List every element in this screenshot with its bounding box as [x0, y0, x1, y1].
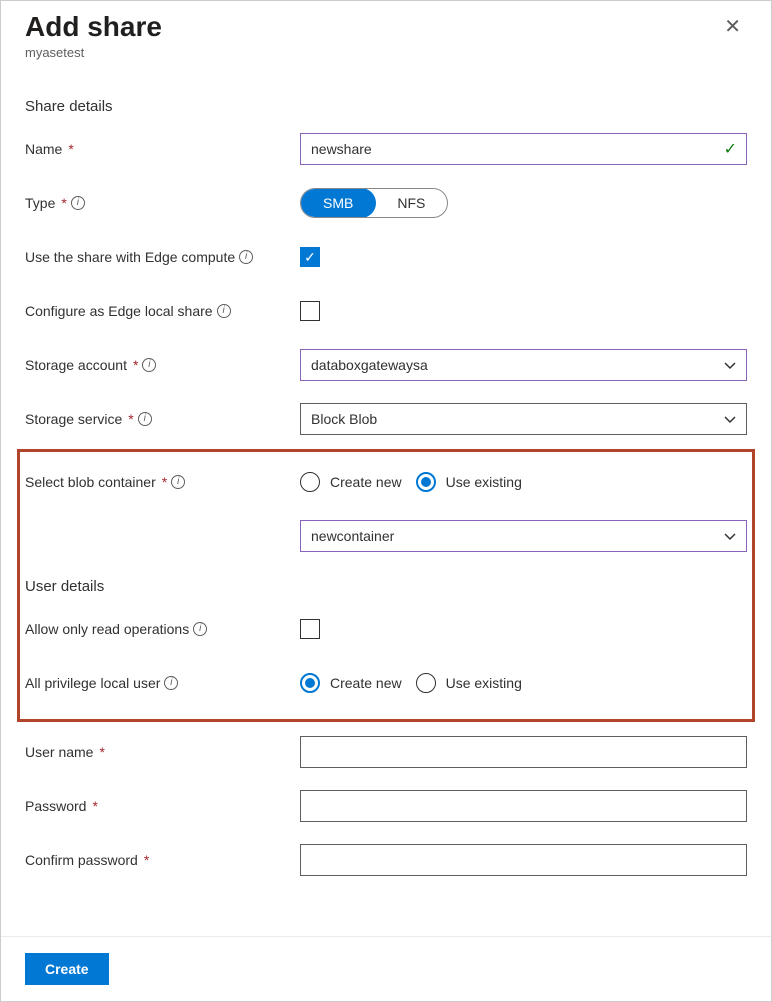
type-option-nfs[interactable]: NFS — [375, 189, 447, 217]
storage-account-select[interactable]: databoxgatewaysa — [300, 349, 747, 381]
info-icon[interactable]: i — [138, 412, 152, 426]
storage-service-label: Storage service — [25, 411, 122, 427]
password-label: Password — [25, 798, 86, 814]
user-create-new-label: Create new — [330, 675, 402, 691]
chevron-down-icon — [724, 359, 736, 371]
local-user-label: All privilege local user — [25, 675, 160, 691]
type-option-smb[interactable]: SMB — [300, 188, 376, 218]
valid-check-icon: ✓ — [724, 139, 737, 159]
name-input[interactable] — [300, 133, 747, 165]
confirm-password-input[interactable] — [300, 844, 747, 876]
required-indicator: * — [162, 474, 167, 490]
edge-compute-checkbox[interactable] — [300, 247, 320, 267]
edge-compute-label: Use the share with Edge compute — [25, 249, 235, 265]
panel-title: Add share — [25, 11, 162, 43]
required-indicator: * — [68, 141, 73, 157]
user-use-existing-radio[interactable] — [416, 673, 436, 693]
edge-local-checkbox[interactable] — [300, 301, 320, 321]
storage-service-value: Block Blob — [311, 411, 377, 427]
blob-container-value: newcontainer — [311, 528, 394, 544]
name-label: Name — [25, 141, 62, 157]
user-details-heading: User details — [25, 578, 747, 595]
chevron-down-icon — [724, 530, 736, 542]
share-details-heading: Share details — [25, 98, 747, 115]
username-label: User name — [25, 744, 93, 760]
required-indicator: * — [99, 744, 104, 760]
required-indicator: * — [128, 411, 133, 427]
info-icon[interactable]: i — [217, 304, 231, 318]
type-label: Type — [25, 195, 55, 211]
required-indicator: * — [133, 357, 138, 373]
username-input[interactable] — [300, 736, 747, 768]
required-indicator: * — [144, 852, 149, 868]
close-icon[interactable]: ✕ — [718, 11, 747, 43]
confirm-password-label: Confirm password — [25, 852, 138, 868]
blob-create-new-radio[interactable] — [300, 472, 320, 492]
blob-container-select[interactable]: newcontainer — [300, 520, 747, 552]
blob-use-existing-label: Use existing — [446, 474, 522, 490]
panel-subtitle: myasetest — [25, 45, 162, 60]
read-only-label: Allow only read operations — [25, 621, 189, 637]
required-indicator: * — [61, 195, 66, 211]
info-icon[interactable]: i — [71, 196, 85, 210]
password-input[interactable] — [300, 790, 747, 822]
create-button[interactable]: Create — [25, 953, 109, 985]
user-use-existing-label: Use existing — [446, 675, 522, 691]
info-icon[interactable]: i — [171, 475, 185, 489]
required-indicator: * — [92, 798, 97, 814]
info-icon[interactable]: i — [142, 358, 156, 372]
storage-service-select[interactable]: Block Blob — [300, 403, 747, 435]
type-toggle[interactable]: SMB NFS — [300, 188, 448, 218]
blob-create-new-label: Create new — [330, 474, 402, 490]
read-only-checkbox[interactable] — [300, 619, 320, 639]
blob-container-label: Select blob container — [25, 474, 156, 490]
storage-account-value: databoxgatewaysa — [311, 357, 428, 373]
info-icon[interactable]: i — [164, 676, 178, 690]
storage-account-label: Storage account — [25, 357, 127, 373]
info-icon[interactable]: i — [193, 622, 207, 636]
highlight-region: Select blob container * i Create new Use… — [17, 449, 755, 722]
blob-use-existing-radio[interactable] — [416, 472, 436, 492]
chevron-down-icon — [724, 413, 736, 425]
info-icon[interactable]: i — [239, 250, 253, 264]
edge-local-label: Configure as Edge local share — [25, 303, 213, 319]
user-create-new-radio[interactable] — [300, 673, 320, 693]
